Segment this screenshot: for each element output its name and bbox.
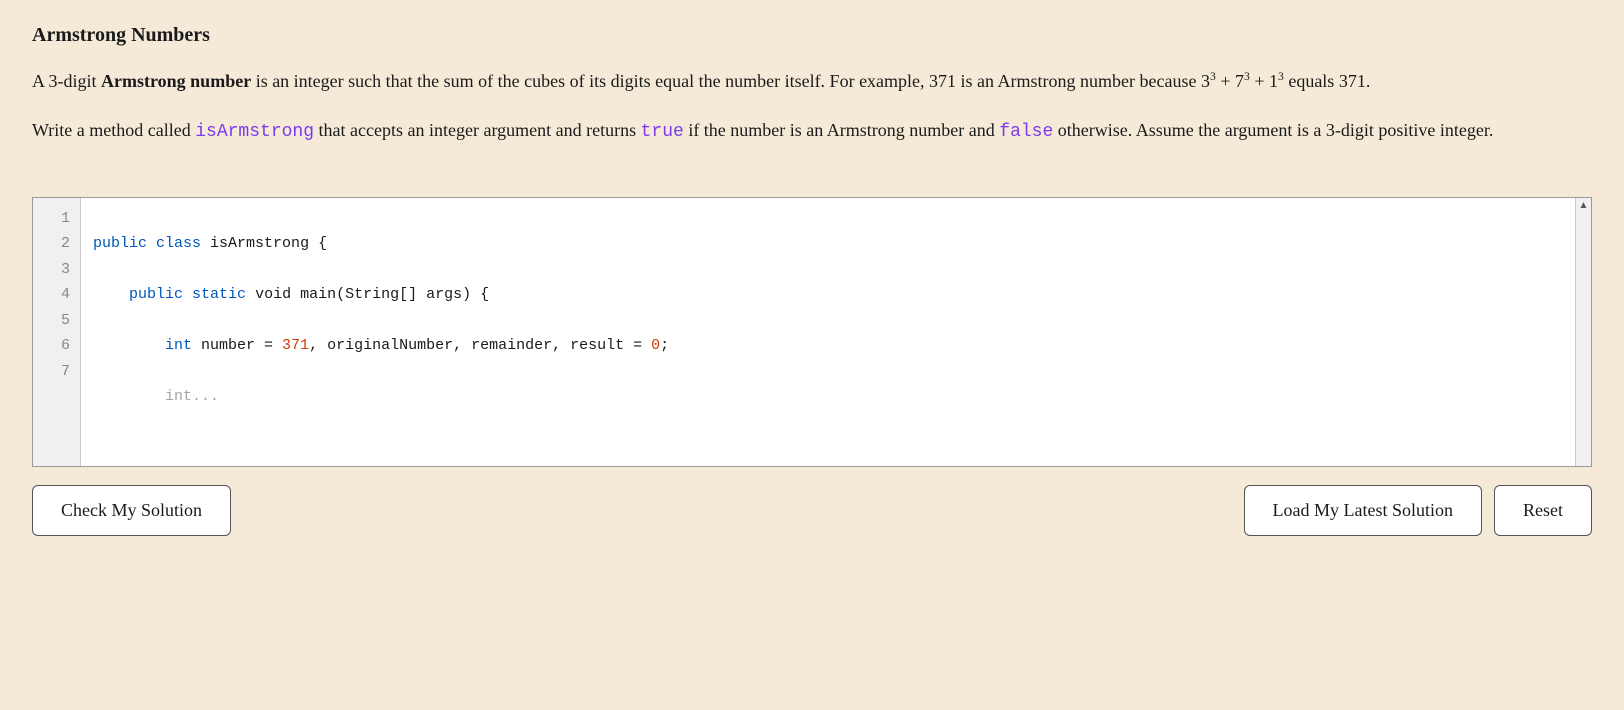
line-numbers: 1 2 3 4 5 6 7 — [33, 198, 81, 466]
code-area[interactable]: public class isArmstrong { public static… — [81, 198, 1575, 466]
false-keyword-inline: false — [999, 122, 1053, 142]
reset-button[interactable]: Reset — [1494, 485, 1592, 536]
check-solution-button[interactable]: Check My Solution — [32, 485, 231, 536]
footer-right: Load My Latest Solution Reset — [1244, 485, 1592, 536]
load-solution-button[interactable]: Load My Latest Solution — [1244, 485, 1482, 536]
code-editor[interactable]: 1 2 3 4 5 6 7 public class isArmstrong {… — [32, 197, 1592, 467]
description-block: A 3-digit Armstrong number is an integer… — [32, 67, 1592, 161]
footer-bar: Check My Solution Load My Latest Solutio… — [32, 485, 1592, 536]
description-paragraph-1: A 3-digit Armstrong number is an integer… — [32, 67, 1592, 96]
description-paragraph-2: Write a method called isArmstrong that a… — [32, 116, 1592, 147]
scroll-up-arrow-icon[interactable]: ▲ — [1579, 200, 1589, 211]
method-name-inline: isArmstrong — [195, 122, 314, 142]
editor-scrollbar[interactable]: ▲ — [1575, 198, 1591, 466]
page-title: Armstrong Numbers — [32, 24, 1592, 47]
footer-left: Check My Solution — [32, 485, 231, 536]
true-keyword-inline: true — [641, 122, 684, 142]
